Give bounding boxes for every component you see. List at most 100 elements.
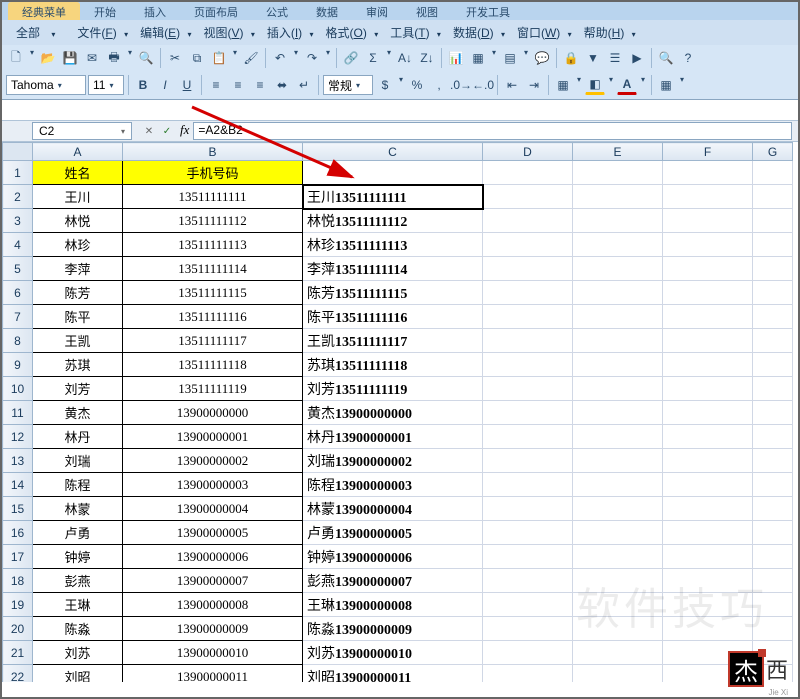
menu-all[interactable]: 全部 ▾ bbox=[8, 23, 63, 42]
cell[interactable]: 陈淼 bbox=[33, 617, 123, 641]
ribbon-tab[interactable]: 审阅 bbox=[352, 2, 402, 20]
cell[interactable] bbox=[663, 449, 753, 473]
dropdown-icon[interactable]: ▾ bbox=[28, 48, 36, 68]
cell[interactable]: 王凯 bbox=[33, 329, 123, 353]
cancel-formula-icon[interactable]: ✕ bbox=[140, 122, 158, 140]
ribbon-tab[interactable]: 开发工具 bbox=[452, 2, 524, 20]
cell[interactable]: 13900000003 bbox=[123, 473, 303, 497]
cell[interactable]: 陈程 bbox=[33, 473, 123, 497]
cell[interactable]: 王凯13511111117 bbox=[303, 329, 483, 353]
sort-desc-icon[interactable]: Z↓ bbox=[417, 48, 437, 68]
cell[interactable] bbox=[663, 233, 753, 257]
row-header[interactable]: 15 bbox=[3, 497, 33, 521]
cell[interactable]: 13511111119 bbox=[123, 377, 303, 401]
cell[interactable] bbox=[753, 305, 793, 329]
row-header[interactable]: 2 bbox=[3, 185, 33, 209]
cell[interactable]: 苏琪13511111118 bbox=[303, 353, 483, 377]
cell[interactable]: 13900000005 bbox=[123, 521, 303, 545]
row-header[interactable]: 10 bbox=[3, 377, 33, 401]
mail-icon[interactable]: ✉ bbox=[82, 48, 102, 68]
new-icon[interactable]: 🗋 bbox=[6, 48, 26, 68]
ribbon-tab[interactable]: 数据 bbox=[302, 2, 352, 20]
bold-icon[interactable]: B bbox=[133, 75, 153, 95]
cell[interactable] bbox=[483, 401, 573, 425]
cell[interactable] bbox=[573, 257, 663, 281]
align-center-icon[interactable]: ≡ bbox=[228, 75, 248, 95]
formula-input[interactable]: =A2&B2 bbox=[193, 122, 792, 140]
cell[interactable]: 13511111118 bbox=[123, 353, 303, 377]
column-header[interactable]: G bbox=[753, 143, 793, 161]
select-all-corner[interactable] bbox=[3, 143, 33, 161]
cell[interactable]: 13900000006 bbox=[123, 545, 303, 569]
cell[interactable] bbox=[753, 401, 793, 425]
ribbon-tab[interactable]: 页面布局 bbox=[180, 2, 252, 20]
cell[interactable] bbox=[753, 233, 793, 257]
cell[interactable] bbox=[483, 569, 573, 593]
cell[interactable] bbox=[663, 353, 753, 377]
cell[interactable]: 13900000010 bbox=[123, 641, 303, 665]
row-header[interactable]: 3 bbox=[3, 209, 33, 233]
cell[interactable] bbox=[663, 617, 753, 641]
comment-icon[interactable]: 💬 bbox=[532, 48, 552, 68]
cell[interactable]: 卢勇13900000005 bbox=[303, 521, 483, 545]
cell[interactable] bbox=[483, 473, 573, 497]
merge-icon[interactable]: ⬌ bbox=[272, 75, 292, 95]
cell[interactable] bbox=[573, 161, 663, 185]
cell[interactable]: 王川 bbox=[33, 185, 123, 209]
cell[interactable]: 陈平 bbox=[33, 305, 123, 329]
cell[interactable]: 李萍 bbox=[33, 257, 123, 281]
help-icon[interactable]: ? bbox=[678, 48, 698, 68]
cell[interactable]: 刘芳13511111119 bbox=[303, 377, 483, 401]
increase-indent-icon[interactable]: ⇥ bbox=[524, 75, 544, 95]
cell[interactable] bbox=[753, 617, 793, 641]
cell[interactable]: 钟婷 bbox=[33, 545, 123, 569]
cell[interactable] bbox=[573, 617, 663, 641]
cell[interactable] bbox=[483, 281, 573, 305]
cell[interactable] bbox=[573, 473, 663, 497]
table-icon[interactable]: ▤ bbox=[500, 48, 520, 68]
cell[interactable]: 13900000001 bbox=[123, 425, 303, 449]
cell-styles-icon[interactable]: ▦ bbox=[656, 75, 676, 95]
cell[interactable]: 林悦13511111112 bbox=[303, 209, 483, 233]
ribbon-tab[interactable]: 经典菜单 bbox=[8, 2, 80, 20]
cell[interactable] bbox=[753, 185, 793, 209]
cell[interactable] bbox=[573, 665, 663, 683]
cell[interactable] bbox=[753, 209, 793, 233]
copy-icon[interactable]: ⧉ bbox=[187, 48, 207, 68]
cell[interactable]: 苏琪 bbox=[33, 353, 123, 377]
cell[interactable] bbox=[483, 545, 573, 569]
cell[interactable]: 13900000011 bbox=[123, 665, 303, 683]
cell[interactable] bbox=[303, 161, 483, 185]
cell[interactable]: 刘苏 bbox=[33, 641, 123, 665]
name-box[interactable]: C2▾ bbox=[32, 122, 132, 140]
cell[interactable] bbox=[573, 353, 663, 377]
cell[interactable] bbox=[483, 185, 573, 209]
cell[interactable]: 13511111111 bbox=[123, 185, 303, 209]
dropdown-icon[interactable]: ▾ bbox=[575, 75, 583, 95]
row-header[interactable]: 13 bbox=[3, 449, 33, 473]
cell[interactable]: 13900000000 bbox=[123, 401, 303, 425]
row-header[interactable]: 4 bbox=[3, 233, 33, 257]
cell[interactable]: 13511111115 bbox=[123, 281, 303, 305]
cell[interactable]: 黄杰13900000000 bbox=[303, 401, 483, 425]
menu-item[interactable]: 窗口(W) ▾ bbox=[513, 25, 580, 41]
italic-icon[interactable]: I bbox=[155, 75, 175, 95]
cell[interactable] bbox=[573, 377, 663, 401]
cell[interactable]: 刘苏13900000010 bbox=[303, 641, 483, 665]
dropdown-icon[interactable]: ▾ bbox=[639, 75, 647, 95]
open-icon[interactable]: 📂 bbox=[38, 48, 58, 68]
undo-icon[interactable]: ↶ bbox=[270, 48, 290, 68]
cell[interactable]: 13900000009 bbox=[123, 617, 303, 641]
ribbon-tab[interactable]: 插入 bbox=[130, 2, 180, 20]
cell[interactable] bbox=[753, 593, 793, 617]
column-header[interactable]: F bbox=[663, 143, 753, 161]
row-header[interactable]: 21 bbox=[3, 641, 33, 665]
cell[interactable] bbox=[663, 641, 753, 665]
cell[interactable]: 王琳13900000008 bbox=[303, 593, 483, 617]
cell[interactable]: 王川13511111111 bbox=[303, 185, 483, 209]
cell[interactable]: 13511111116 bbox=[123, 305, 303, 329]
cell[interactable] bbox=[573, 545, 663, 569]
cell[interactable] bbox=[483, 665, 573, 683]
menu-item[interactable]: 视图(V) ▾ bbox=[199, 25, 262, 41]
redo-icon[interactable]: ↷ bbox=[302, 48, 322, 68]
